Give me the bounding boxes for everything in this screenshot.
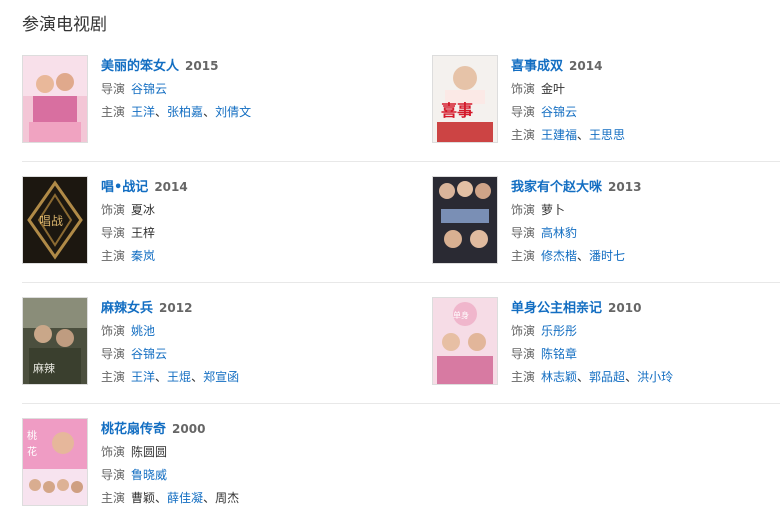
director-link[interactable]: 高林豹 [541,226,577,240]
tv-title-link[interactable]: 美丽的笨女人 [101,59,179,74]
cast-link[interactable]: 郭品超 [589,370,625,384]
role-label: 饰演 [511,203,536,217]
section-title: 参演电视剧 [22,15,107,35]
cast-link[interactable]: 张柏嘉 [167,105,203,119]
cast-link[interactable]: 王焜 [167,370,191,384]
tv-title-link[interactable]: 桃花扇传奇 [101,422,166,437]
cast-link[interactable]: 王思思 [589,128,625,142]
poster-image[interactable]: 唱战 [22,176,88,264]
director-label: 导演 [511,347,536,361]
poster-image[interactable]: 麻辣 [22,297,88,385]
director-label: 导演 [101,347,126,361]
tv-item: 桃花 桃花扇传奇 2000 饰演 陈圆圆 导演 鲁晓威 主演 曹颖、薛佳凝、周杰 [22,418,372,510]
tv-year: 2000 [172,422,206,436]
director-label: 导演 [101,468,126,482]
poster-image[interactable]: 单身 [432,297,498,385]
tv-title-link[interactable]: 单身公主相亲记 [511,301,602,316]
cast-link[interactable]: 王洋 [131,370,155,384]
tv-title-link[interactable]: 喜事成双 [511,59,563,74]
role-label: 饰演 [101,445,126,459]
tv-item: 麻辣 麻辣女兵 2012 饰演 姚池 导演 谷锦云 主演 王洋、王焜、郑宣函 [22,297,372,389]
tv-year: 2015 [185,59,219,73]
tv-item: 单身 单身公主相亲记 2010 饰演 乐彤彤 导演 陈铭章 主演 林志颖、郭品超、洪小玲 [432,297,780,389]
poster-image[interactable]: 喜事 [432,55,498,143]
row-divider [22,282,780,283]
tv-year: 2010 [608,301,642,315]
cast-link[interactable]: 潘时七 [589,249,625,263]
tv-item: 唱战 唱•战记 2014 饰演 夏冰 导演 王梓 主演 秦岚 [22,176,372,268]
director-link[interactable]: 谷锦云 [131,347,167,361]
svg-text:桃: 桃 [27,429,37,442]
role-label: 饰演 [511,324,536,338]
cast-link[interactable]: 秦岚 [131,249,155,263]
cast-label: 主演 [101,105,126,119]
tv-item: 美丽的笨女人 2015 导演 谷锦云 主演 王洋、张柏嘉、刘倩文 [22,55,372,147]
cast-label: 主演 [511,128,536,142]
role-label: 饰演 [511,82,536,96]
tv-year: 2014 [154,180,188,194]
row-divider [22,161,780,162]
role-link[interactable]: 乐彤彤 [541,324,577,338]
cast-value: 曹颖 [131,491,156,505]
tv-title-link[interactable]: 麻辣女兵 [101,301,153,316]
svg-text:喜事: 喜事 [441,101,473,120]
director-link[interactable]: 谷锦云 [131,82,167,96]
poster-image[interactable] [22,55,88,143]
cast-label: 主演 [101,370,126,384]
tv-year: 2014 [569,59,603,73]
director-value: 王梓 [131,226,156,240]
director-label: 导演 [511,105,536,119]
cast-label: 主演 [511,370,536,384]
svg-text:唱战: 唱战 [39,214,63,228]
cast-link[interactable]: 王洋 [131,105,155,119]
cast-link[interactable]: 修杰楷 [541,249,577,263]
role-link[interactable]: 姚池 [131,324,155,338]
tv-title-link[interactable]: 唱•战记 [101,180,148,195]
role-label: 饰演 [101,324,126,338]
role-value: 夏冰 [131,203,156,217]
svg-text:花: 花 [27,445,37,458]
cast-value: 周杰 [215,491,240,505]
director-label: 导演 [101,82,126,96]
poster-image[interactable]: 桃花 [22,418,88,506]
cast-link[interactable]: 郑宣函 [203,370,239,384]
cast-link[interactable]: 刘倩文 [215,105,251,119]
svg-text:单身: 单身 [453,310,469,320]
cast-link[interactable]: 洪小玲 [637,370,673,384]
cast-link[interactable]: 林志颖 [541,370,577,384]
director-link[interactable]: 谷锦云 [541,105,577,119]
director-link[interactable]: 鲁晓威 [131,468,167,482]
cast-label: 主演 [101,249,126,263]
role-value: 萝卜 [541,203,566,217]
tv-item: 喜事 喜事成双 2014 饰演 金叶 导演 谷锦云 主演 王建福、王思思 [432,55,780,147]
director-label: 导演 [101,226,126,240]
tv-title-link[interactable]: 我家有个赵大咪 [511,180,602,195]
director-label: 导演 [511,226,536,240]
cast-label: 主演 [511,249,536,263]
tv-year: 2012 [159,301,193,315]
tv-item: 我家有个赵大咪 2013 饰演 萝卜 导演 高林豹 主演 修杰楷、潘时七 [432,176,780,268]
role-value: 金叶 [541,82,566,96]
cast-label: 主演 [101,491,126,505]
role-value: 陈圆圆 [131,445,168,459]
cast-link[interactable]: 王建福 [541,128,577,142]
role-label: 饰演 [101,203,126,217]
cast-link[interactable]: 薛佳凝 [167,491,203,505]
row-divider [22,403,780,404]
poster-image[interactable] [432,176,498,264]
svg-text:麻辣: 麻辣 [33,361,55,375]
director-link[interactable]: 陈铭章 [541,347,577,361]
tv-year: 2013 [608,180,642,194]
